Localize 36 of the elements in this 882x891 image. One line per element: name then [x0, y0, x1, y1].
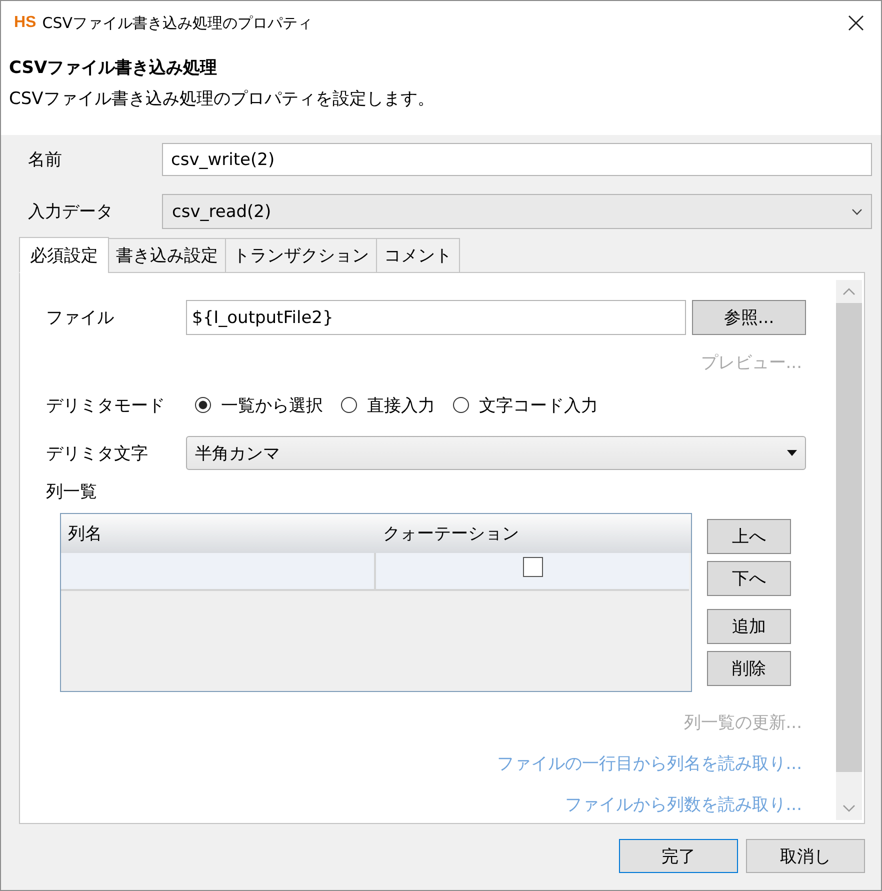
field-label: デリミタ文字 — [46, 442, 149, 464]
finish-button[interactable]: 完了 — [619, 839, 738, 873]
text-field[interactable]: ${I_outputFile2} — [186, 300, 686, 335]
add-button[interactable]: 追加 — [707, 609, 791, 644]
text-field[interactable]: csv_write(2) — [162, 143, 872, 176]
tab[interactable]: 書き込み設定 — [108, 238, 226, 273]
dropdown[interactable]: 半角カンマ — [186, 436, 806, 470]
dialog-description: CSVファイル書き込み処理のプロパティを設定します。 — [9, 88, 436, 110]
caret-down-icon — [787, 450, 797, 456]
radio-button[interactable] — [341, 397, 357, 413]
field-label: デリミタモード — [46, 394, 166, 416]
section-label: 列一覧 — [46, 482, 97, 502]
window-title: CSVファイル書き込み処理のプロパティ — [42, 14, 312, 32]
radio-label[interactable]: 一覧から選択 — [221, 394, 323, 416]
cancel-button[interactable]: 取消し — [746, 839, 865, 873]
move-down-button[interactable]: 下へ — [707, 561, 791, 596]
radio-label[interactable]: 直接入力 — [367, 394, 435, 416]
radio-button[interactable] — [453, 397, 469, 413]
delete-button[interactable]: 削除 — [707, 651, 791, 686]
field-label: 名前 — [28, 149, 63, 171]
tab[interactable]: 必須設定 — [19, 237, 109, 273]
dialog-heading: CSVファイル書き込み処理 — [9, 57, 218, 79]
field-label: ファイル — [46, 307, 115, 329]
field-label: 入力データ — [28, 201, 114, 223]
checkbox[interactable] — [522, 557, 542, 577]
radio-label[interactable]: 文字コード入力 — [479, 394, 598, 416]
column-header: 列名 — [67, 523, 103, 546]
browse-button[interactable]: 参照... — [692, 300, 806, 335]
radio-button[interactable] — [195, 397, 211, 413]
app-logo: HS — [14, 14, 36, 32]
tab[interactable]: コメント — [376, 238, 460, 273]
close-icon[interactable] — [848, 15, 864, 31]
move-up-button[interactable]: 上へ — [707, 519, 791, 554]
dropdown[interactable]: csv_read(2) — [162, 194, 872, 229]
chevron-down-icon — [852, 208, 862, 214]
column-header: クォーテーション — [382, 523, 520, 546]
